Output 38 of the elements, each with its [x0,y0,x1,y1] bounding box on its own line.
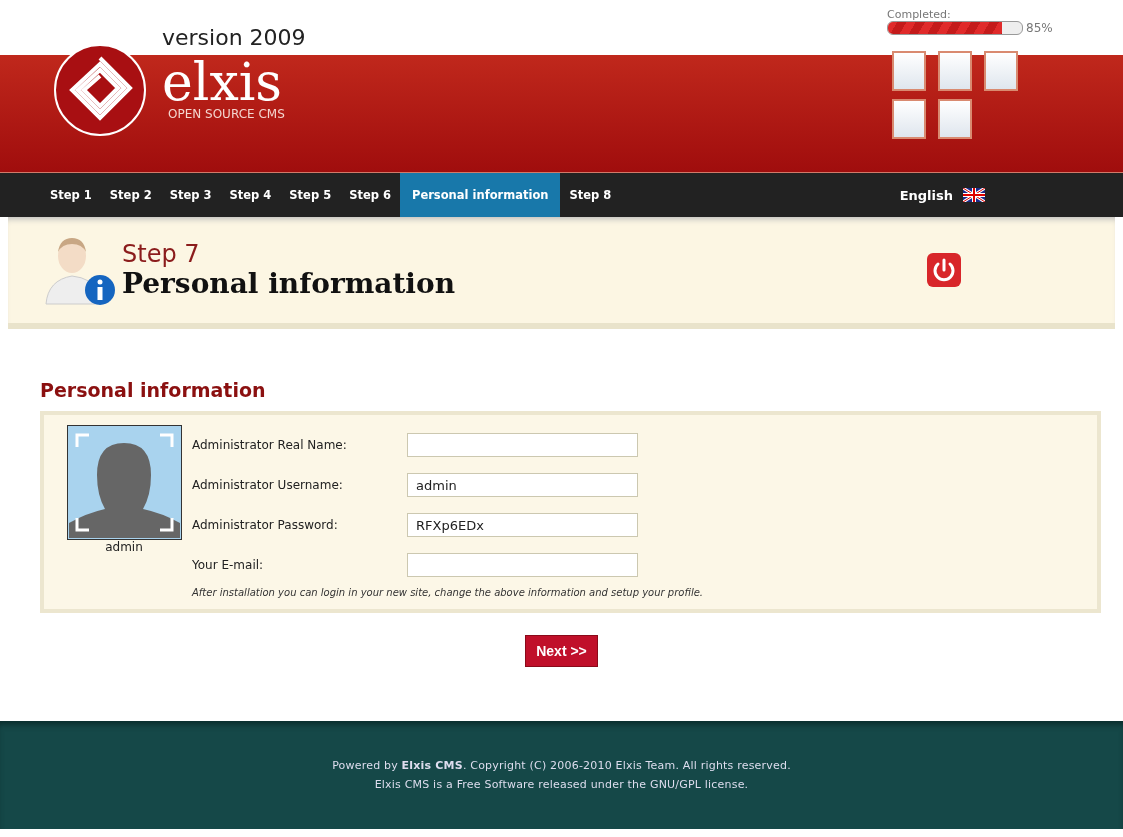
page-title: Personal information [122,266,456,300]
flag-icon[interactable] [963,188,985,202]
section-title: Personal information [40,379,267,401]
step-tab[interactable]: Step 5 [280,173,341,217]
template-thumbnail[interactable] [892,51,926,91]
next-button[interactable]: Next >> [525,635,598,667]
input-field[interactable] [407,553,638,577]
language-label[interactable]: English [899,187,953,203]
power-icon[interactable] [927,253,961,287]
template-thumbnail[interactable] [938,99,972,139]
progress-reading: 85% [1026,21,1053,35]
version-label: version 2009 [162,25,306,52]
field-label: Your E-mail: [192,558,265,572]
template-thumbnail[interactable] [938,51,972,91]
logo-text: elxis [162,57,283,107]
field-label: Administrator Username: [192,478,344,492]
logo-tagline: OPEN SOURCE CMS [168,107,286,121]
step-number: Step 7 [122,240,201,267]
field-label: Administrator Real Name: [192,438,348,452]
avatar-caption: admin [105,540,143,554]
input-field[interactable] [407,433,638,457]
avatar-icon [66,425,182,540]
footer-text: Elxis CMS is a Free Software released under the GNU/GPL license. [374,778,749,791]
template-thumbnail[interactable] [984,51,1018,91]
footer-text: Powered by Elxis CMS. Copyright (C) 2006-2010 Elxis Team. All rights reserved. [332,759,791,772]
step-tab[interactable]: Step 2 [100,173,161,217]
field-label: Administrator Password: [192,518,339,532]
step-tab[interactable]: Personal information [399,173,561,217]
template-thumbnail[interactable] [892,99,926,139]
step-tab[interactable]: Step 4 [220,173,281,217]
step-tab[interactable]: Step 3 [160,173,221,217]
progress-label: Completed: [887,8,952,21]
input-field[interactable]: admin [407,473,638,497]
step-tab[interactable]: Step 6 [340,173,400,217]
form-note: After installation you can login in your new site, change the above information and setup your profile. [192,587,703,598]
input-field[interactable]: RFXp6EDx [407,513,638,537]
step-tab[interactable]: Step 8 [560,173,621,217]
step-tab[interactable]: Step 1 [41,173,101,217]
